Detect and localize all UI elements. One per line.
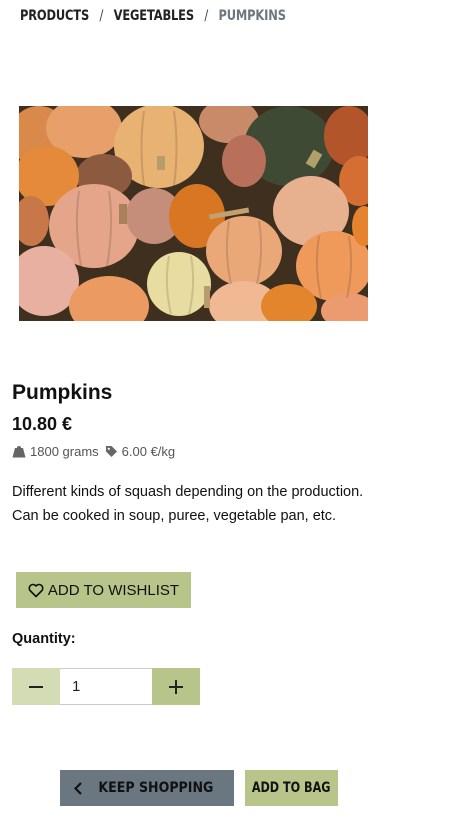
chevron-left-icon bbox=[74, 781, 82, 795]
pumpkins-photo bbox=[19, 106, 368, 321]
product-price: 10.80 € bbox=[12, 414, 73, 434]
quantity-stepper bbox=[12, 668, 200, 705]
weight-icon bbox=[12, 446, 26, 458]
add-to-wishlist-button[interactable]: ADD TO WISHLIST bbox=[16, 572, 191, 608]
quantity-input[interactable] bbox=[60, 668, 152, 705]
breadcrumb-current: PUMPKINS bbox=[218, 8, 286, 24]
product-description: Different kinds of squash depending on t… bbox=[12, 484, 364, 524]
add-to-bag-label: ADD TO BAG bbox=[252, 780, 331, 796]
product-image bbox=[19, 106, 368, 321]
wishlist-label: ADD TO WISHLIST bbox=[47, 581, 180, 599]
breadcrumb-separator: / bbox=[99, 8, 104, 24]
tag-icon bbox=[105, 446, 117, 457]
product-unit-price: 6.00 €/kg bbox=[121, 444, 176, 459]
keep-shopping-label: KEEP SHOPPING bbox=[98, 780, 214, 796]
quantity-label: Quantity: bbox=[12, 631, 76, 647]
breadcrumb-separator: / bbox=[204, 8, 209, 24]
plus-icon bbox=[169, 679, 183, 694]
product-meta: 1800 grams 6.00 €/kg bbox=[12, 444, 175, 459]
product-title: Pumpkins bbox=[12, 381, 113, 404]
add-to-bag-button[interactable]: ADD TO BAG bbox=[245, 770, 338, 806]
breadcrumb-products[interactable]: PRODUCTS bbox=[20, 8, 89, 24]
breadcrumb-vegetables[interactable]: VEGETABLES bbox=[114, 8, 195, 24]
decrease-quantity-button[interactable] bbox=[12, 668, 60, 705]
minus-icon bbox=[29, 685, 43, 688]
keep-shopping-button[interactable]: KEEP SHOPPING bbox=[60, 770, 234, 806]
heart-icon bbox=[28, 583, 44, 597]
product-weight: 1800 grams bbox=[30, 444, 99, 459]
breadcrumb: PRODUCTS / VEGETABLES / PUMPKINS bbox=[20, 8, 286, 24]
increase-quantity-button[interactable] bbox=[152, 668, 200, 705]
